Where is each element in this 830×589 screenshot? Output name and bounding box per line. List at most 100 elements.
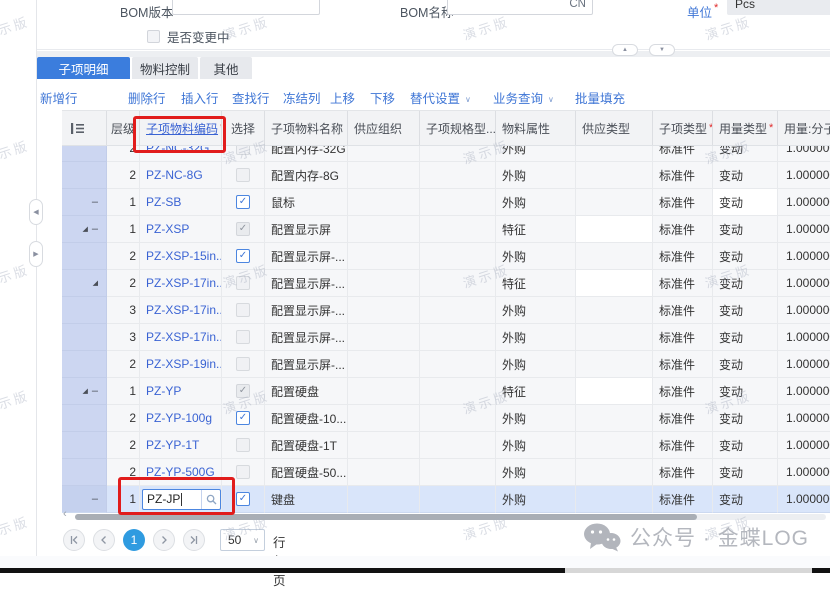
collapse-up-button[interactable]: ▲: [612, 44, 638, 56]
table-row[interactable]: 2PZ-YP-1T配置硬盘-1T外购标准件变动1.000000: [62, 432, 830, 459]
bom-name-input[interactable]: CN: [447, 0, 593, 15]
child-code-link[interactable]: PZ-XSP-17in...: [146, 303, 222, 317]
level-cell: 3: [107, 297, 140, 324]
table-row[interactable]: 3PZ-XSP-17in...配置显示屏-...外购标准件变动1.000000: [62, 297, 830, 324]
changing-checkbox[interactable]: [147, 30, 160, 43]
child-code-link[interactable]: PZ-YP-1T: [146, 438, 199, 452]
toolbar-insert-row-button[interactable]: 插入行: [181, 88, 219, 107]
table-row[interactable]: 2PZ-NC-8G配置内存-8G外购标准件变动1.000000: [62, 162, 830, 189]
row-checkbox[interactable]: ✓: [236, 195, 250, 209]
table-row[interactable]: ◢–1PZ-YP✓配置硬盘特征标准件变动1.000000: [62, 378, 830, 405]
bom-version-input[interactable]: [172, 0, 320, 15]
pagination-prev-button[interactable]: [93, 529, 115, 551]
toolbar-move-down-button[interactable]: 下移: [370, 88, 395, 107]
child-code-link[interactable]: PZ-XSP-17in...: [146, 276, 222, 290]
usage-numerator-cell: 1.000000: [778, 216, 830, 243]
tab-other[interactable]: 其他: [200, 57, 252, 79]
child-type-cell: 标准件: [653, 405, 713, 432]
expand-triangle-icon[interactable]: ◢: [82, 225, 87, 233]
expand-triangle-icon[interactable]: ◢: [82, 387, 87, 395]
toolbar-add-row-button[interactable]: 新增行: [40, 88, 78, 107]
table-row[interactable]: –1PZ-SB✓鼠标外购标准件变动1.000000: [62, 189, 830, 216]
child-code-link[interactable]: PZ-XSP-19in...: [146, 357, 222, 371]
table-row[interactable]: ◢–1PZ-XSP✓配置显示屏特征标准件变动1.000000: [62, 216, 830, 243]
spec-model-cell: [420, 243, 496, 270]
child-code-link[interactable]: PZ-YP-500G: [146, 465, 215, 479]
hscroll-left-arrow[interactable]: ‹: [63, 508, 67, 520]
table-row[interactable]: 2PZ-XSP-19in...配置显示屏-...外购标准件变动1.000000: [62, 351, 830, 378]
page-size-select[interactable]: 50 ∨: [220, 529, 265, 551]
toolbar-delete-row-button[interactable]: 删除行: [128, 88, 166, 107]
table-row[interactable]: 2PZ-YP-100g✓配置硬盘-10...外购标准件变动1.000000: [62, 405, 830, 432]
usage-numerator-cell: 1.000000: [778, 270, 830, 297]
toolbar-substitute-settings-button[interactable]: 替代设置∨: [410, 88, 471, 107]
spec-model-cell: [420, 162, 496, 189]
row-checkbox[interactable]: ✓: [236, 411, 250, 425]
level-cell: 3: [107, 324, 140, 351]
table-row[interactable]: ◢2PZ-XSP-17in...配置显示屏-...特征标准件变动1.000000: [62, 270, 830, 297]
table-row[interactable]: 2PZ-XSP-15in...✓配置显示屏-...外购标准件变动1.000000: [62, 243, 830, 270]
row-checkbox[interactable]: [236, 465, 250, 479]
text-caret: [181, 493, 182, 506]
select-cell: [222, 162, 265, 189]
horizontal-scrollbar-thumb[interactable]: [75, 514, 697, 520]
horizontal-scrollbar-track[interactable]: [75, 514, 826, 520]
code-editor-input[interactable]: PZ-JP: [142, 489, 221, 510]
collapse-dash-icon[interactable]: –: [92, 385, 98, 397]
row-checkbox[interactable]: ✓: [236, 222, 250, 236]
child-code-link[interactable]: PZ-YP: [146, 384, 181, 398]
table-row[interactable]: 2PZ-NC-32G配置内存-32G外购标准件变动1.000000: [62, 146, 830, 162]
expand-triangle-icon[interactable]: ◢: [93, 279, 98, 287]
toolbar-move-up-button[interactable]: 上移: [330, 88, 355, 107]
column-header-子项物料编码[interactable]: 子项物料编码*: [140, 111, 222, 145]
child-code-link[interactable]: PZ-XSP-15in...: [146, 249, 222, 263]
child-code-cell: PZ-XSP: [140, 216, 222, 243]
toolbar-freeze-column-button[interactable]: 冻结列: [283, 88, 321, 107]
pagination-first-button[interactable]: [63, 529, 85, 551]
row-checkbox[interactable]: [236, 276, 250, 290]
material-attr-cell: 特征: [496, 270, 576, 297]
splitter-collapse-left-button[interactable]: ◀: [29, 199, 43, 225]
child-code-link[interactable]: PZ-NC-32G: [146, 146, 209, 155]
row-checkbox[interactable]: ✓: [236, 384, 250, 398]
material-attr-cell: 外购: [496, 432, 576, 459]
tab-material-control[interactable]: 物料控制: [132, 57, 198, 79]
spec-model-cell: [420, 486, 496, 513]
collapse-dash-icon[interactable]: –: [92, 196, 98, 208]
child-name-cell: 配置硬盘-1T: [265, 432, 348, 459]
demo-watermark: 演示版: [0, 511, 32, 544]
usage-type-cell: 变动: [713, 270, 778, 297]
row-checkbox[interactable]: ✓: [236, 249, 250, 263]
pagination-next-button[interactable]: [153, 529, 175, 551]
collapse-dash-icon[interactable]: –: [92, 493, 98, 505]
pagination-last-button[interactable]: [183, 529, 205, 551]
row-checkbox[interactable]: [236, 303, 250, 317]
tab-child-detail[interactable]: 子项明细: [37, 57, 130, 79]
child-code-link[interactable]: PZ-NC-8G: [146, 168, 203, 182]
row-checkbox[interactable]: [236, 357, 250, 371]
table-row[interactable]: 3PZ-XSP-17in...配置显示屏-...外购标准件变动1.000000: [62, 324, 830, 351]
child-name-cell: 配置显示屏-...: [265, 351, 348, 378]
pagination-current-page[interactable]: 1: [123, 529, 145, 551]
toolbar-business-query-button[interactable]: 业务查询∨: [493, 88, 554, 107]
row-checkbox[interactable]: [236, 438, 250, 452]
row-checkbox[interactable]: [236, 146, 250, 155]
table-row[interactable]: 2PZ-YP-500G配置硬盘-50...外购标准件变动1.000000: [62, 459, 830, 486]
collapse-dash-icon[interactable]: –: [92, 223, 98, 235]
toolbar-find-row-button[interactable]: 查找行: [232, 88, 270, 107]
table-row[interactable]: –1PZ-JP✓键盘外购标准件变动1.000000: [62, 486, 830, 513]
child-code-link[interactable]: PZ-YP-100g: [146, 411, 212, 425]
supply-type-cell: [576, 378, 653, 405]
row-checkbox[interactable]: [236, 330, 250, 344]
child-code-link[interactable]: PZ-SB: [146, 195, 181, 209]
splitter-expand-right-button[interactable]: ▶: [29, 241, 43, 267]
child-code-link[interactable]: PZ-XSP: [146, 222, 189, 236]
material-attr-cell: 外购: [496, 324, 576, 351]
collapse-down-button[interactable]: ▼: [649, 44, 675, 56]
child-code-link[interactable]: PZ-XSP-17in...: [146, 330, 222, 344]
usage-type-cell: 变动: [713, 351, 778, 378]
row-checkbox[interactable]: ✓: [236, 492, 250, 506]
lookup-button[interactable]: [201, 490, 220, 509]
row-checkbox[interactable]: [236, 168, 250, 182]
toolbar-batch-fill-button[interactable]: 批量填充: [575, 88, 625, 107]
